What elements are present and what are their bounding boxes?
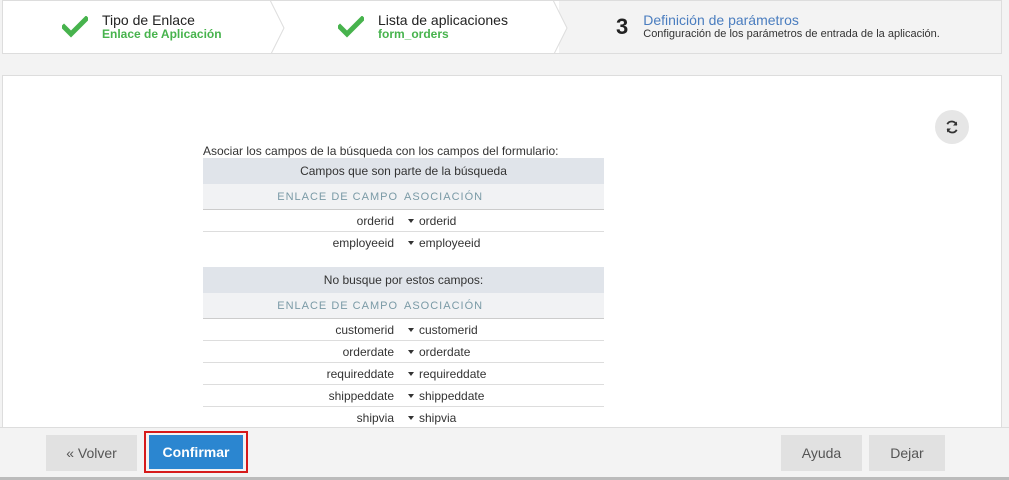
caret-down-icon [408, 415, 414, 420]
step-title: Tipo de Enlace [102, 12, 195, 28]
association-select[interactable]: shipvia [400, 411, 456, 425]
back-button[interactable]: « Volver [46, 435, 137, 471]
search-fields-table: Campos que son parte de la búsqueda ENLA… [203, 158, 604, 254]
association-select[interactable]: orderid [400, 214, 456, 228]
table-row: requireddate requireddate [203, 363, 604, 385]
help-button[interactable]: Ayuda [781, 435, 862, 471]
caret-down-icon [408, 241, 414, 245]
step-number: 3 [616, 14, 629, 39]
other-fields-table: No busque por estos campos: ENLACE DE CA… [203, 267, 604, 427]
step-subtitle: Enlace de Aplicación [102, 27, 222, 41]
refresh-icon [946, 120, 958, 134]
column-header-association: ASOCIACIÓN [404, 300, 484, 312]
association-value: orderdate [419, 344, 471, 359]
wizard-steps: Tipo de Enlace Enlace de Aplicación List… [2, 0, 1002, 54]
association-value: requireddate [419, 366, 487, 381]
table-header: No busque por estos campos: [203, 267, 604, 293]
check-icon [337, 13, 365, 41]
association-value: shipvia [419, 410, 457, 425]
association-value: employeeid [419, 236, 481, 250]
table-row: customerid customerid [203, 319, 604, 341]
association-select[interactable]: requireddate [400, 367, 486, 381]
column-header-association: ASOCIACIÓN [404, 191, 484, 203]
step-title: Lista de aplicaciones [378, 12, 508, 28]
association-value: orderid [419, 213, 457, 228]
step-lista-aplicaciones: Lista de aplicaciones form_orders [279, 1, 568, 53]
association-select[interactable]: customerid [400, 323, 478, 337]
refresh-button[interactable] [935, 110, 969, 144]
step-separator [553, 1, 568, 53]
association-select[interactable]: shippeddate [400, 389, 484, 403]
field-name: shipvia [356, 410, 394, 425]
field-name: orderid [356, 213, 394, 228]
field-name: orderdate [342, 344, 394, 359]
main-panel: Asociar los campos de la búsqueda con lo… [2, 75, 1002, 427]
table-row: shippeddate shippeddate [203, 385, 604, 407]
column-header-field: ENLACE DE CAMPO [277, 300, 398, 312]
field-name: customerid [335, 322, 394, 337]
leave-button[interactable]: Dejar [869, 435, 945, 471]
step-title: Definición de parámetros [643, 12, 799, 28]
column-header-field: ENLACE DE CAMPO [277, 191, 398, 203]
field-name: employeeid [332, 236, 394, 250]
confirm-button[interactable]: Confirmar [149, 435, 243, 469]
caret-down-icon [408, 371, 414, 376]
table-header: Campos que son parte de la búsqueda [203, 158, 604, 184]
association-value: shippeddate [419, 388, 485, 403]
table-row: shipvia shipvia [203, 407, 604, 427]
step-subtitle: form_orders [378, 27, 449, 41]
association-value: customerid [419, 322, 478, 337]
step-definicion-parametros: 3 Definición de parámetros Configuración… [559, 1, 1001, 53]
column-headers: ENLACE DE CAMPO ASOCIACIÓN [203, 184, 604, 210]
caret-down-icon [408, 327, 414, 332]
association-select[interactable]: orderdate [400, 345, 470, 359]
column-headers: ENLACE DE CAMPO ASOCIACIÓN [203, 293, 604, 319]
step-subtitle: Configuración de los parámetros de entra… [643, 28, 940, 40]
check-icon [61, 13, 89, 41]
table-row: orderid orderid [203, 210, 604, 232]
footer-toolbar: « Volver Confirmar Ayuda Dejar [0, 427, 1009, 477]
caret-down-icon [408, 349, 414, 354]
field-name: requireddate [326, 366, 394, 381]
field-association: Asociar los campos de la búsqueda con lo… [203, 144, 604, 427]
association-caption: Asociar los campos de la búsqueda con lo… [203, 144, 559, 158]
table-row: orderdate orderdate [203, 341, 604, 363]
step-tipo-enlace: Tipo de Enlace Enlace de Aplicación [3, 1, 285, 53]
association-select[interactable]: employeeid [400, 236, 480, 250]
caret-down-icon [408, 218, 414, 223]
confirm-highlight: Confirmar [144, 431, 248, 473]
table-row: employeeid employeeid [203, 232, 604, 254]
field-name: shippeddate [328, 388, 394, 403]
caret-down-icon [408, 393, 414, 398]
